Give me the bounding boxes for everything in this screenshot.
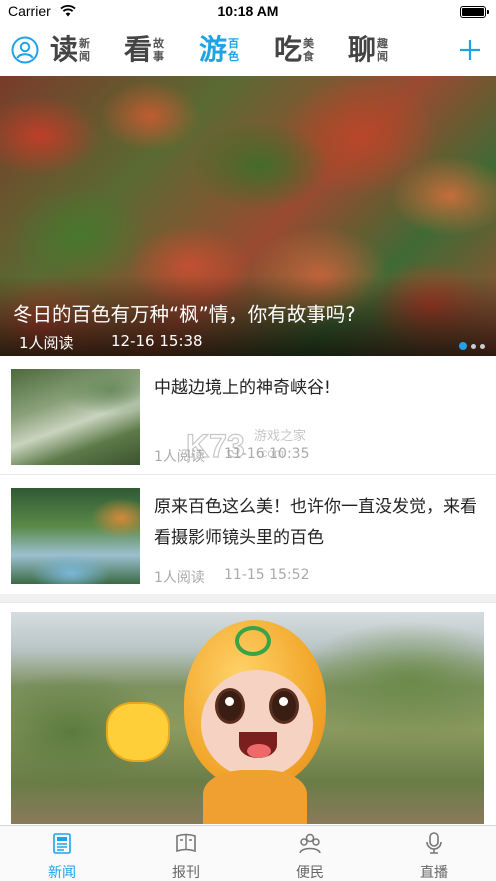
tab-travel-big-label: 游 (199, 33, 228, 66)
tab-travel-baise[interactable]: 游 百色 (199, 32, 239, 68)
section-gap (0, 594, 496, 602)
news-list-item[interactable]: 原来百色这么美！也许你一直没发觉，来看看摄影师镜头里的百色 1人阅读 11-15… (0, 476, 496, 590)
svg-text:K73: K73 (186, 428, 245, 464)
battery-icon (460, 6, 489, 18)
people-icon (299, 833, 321, 854)
tab-read-news[interactable]: 读 新闻 (50, 32, 90, 68)
tab-read-big-label: 读 (50, 33, 79, 66)
news-image-card[interactable] (11, 612, 484, 824)
tab-eat-food[interactable]: 吃 美食 (274, 32, 314, 68)
mascot-eye (215, 688, 245, 724)
tab-watch-stories[interactable]: 看 故事 (124, 32, 164, 68)
tab-chat-big-label: 聊 (348, 33, 377, 66)
tabbar-item-magazine[interactable]: 报刊 (124, 826, 248, 881)
news-thumbnail (11, 369, 140, 465)
list-divider (0, 602, 496, 603)
hero-carousel[interactable]: 冬日的百色有万种“枫”情，你有故事吗? 1人阅读 12-16 15:38 (0, 76, 496, 356)
news-thumbnail (11, 488, 140, 584)
tabbar-label: 直播 (420, 865, 448, 881)
tab-chat-fun[interactable]: 聊 趣闻 (348, 32, 388, 68)
tab-read-small-label: 新闻 (79, 37, 91, 63)
add-channel-plus-icon[interactable] (458, 38, 482, 62)
carousel-page-indicator (459, 342, 485, 350)
mascot-tongue (247, 744, 271, 758)
user-profile-icon[interactable] (11, 36, 39, 64)
channel-nav: 读 新闻 看 故事 游 百色 吃 美食 聊 趣闻 (0, 24, 496, 76)
mascot-logo (235, 626, 271, 656)
list-divider (0, 474, 496, 475)
news-title: 中越边境上的神奇峡谷! (154, 378, 331, 398)
newspaper-icon (53, 833, 71, 854)
hero-timestamp: 12-16 15:38 (111, 332, 203, 350)
tabbar-label: 报刊 (172, 865, 200, 881)
hero-title: 冬日的百色有万种“枫”情，你有故事吗? (13, 303, 356, 326)
mascot-face (201, 670, 313, 778)
hero-read-count: 1人阅读 (19, 334, 74, 352)
tab-chat-small-label: 趣闻 (377, 37, 389, 63)
tabbar-label: 新闻 (48, 865, 76, 881)
k73-watermark-logo: K73 游戏之家 .com (186, 427, 306, 464)
tabbar-item-live[interactable]: 直播 (372, 826, 496, 881)
svg-text:游戏之家: 游戏之家 (254, 428, 306, 444)
tab-eat-small-label: 美食 (303, 37, 315, 63)
carousel-dot-active (459, 342, 467, 350)
tab-watch-small-label: 故事 (153, 37, 165, 63)
tabbar-item-services[interactable]: 便民 (248, 826, 372, 881)
news-read-count: 1人阅读 (154, 570, 205, 586)
tab-watch-big-label: 看 (124, 33, 153, 66)
microphone-icon (426, 832, 442, 854)
mascot-body (203, 770, 307, 824)
clock: 10:18 AM (217, 3, 279, 19)
bottom-tab-bar: 新闻 报刊 便民 直播 (0, 825, 496, 881)
tab-travel-small-label: 百色 (228, 37, 240, 63)
tabbar-label: 便民 (296, 865, 324, 881)
mascot-hand (106, 702, 170, 762)
news-title: 原来百色这么美！也许你一直没发觉，来看看摄影师镜头里的百色 (154, 497, 477, 548)
tab-eat-big-label: 吃 (274, 33, 303, 66)
news-timestamp: 11-15 15:52 (224, 567, 310, 583)
magazine-icon (176, 833, 196, 853)
carousel-dot (480, 343, 485, 349)
tabbar-item-news[interactable]: 新闻 (0, 826, 124, 881)
mascot-eye (269, 688, 299, 724)
svg-text:.com: .com (258, 446, 284, 460)
carousel-dot (471, 343, 476, 349)
status-bar: Carrier 10:18 AM (0, 0, 496, 24)
